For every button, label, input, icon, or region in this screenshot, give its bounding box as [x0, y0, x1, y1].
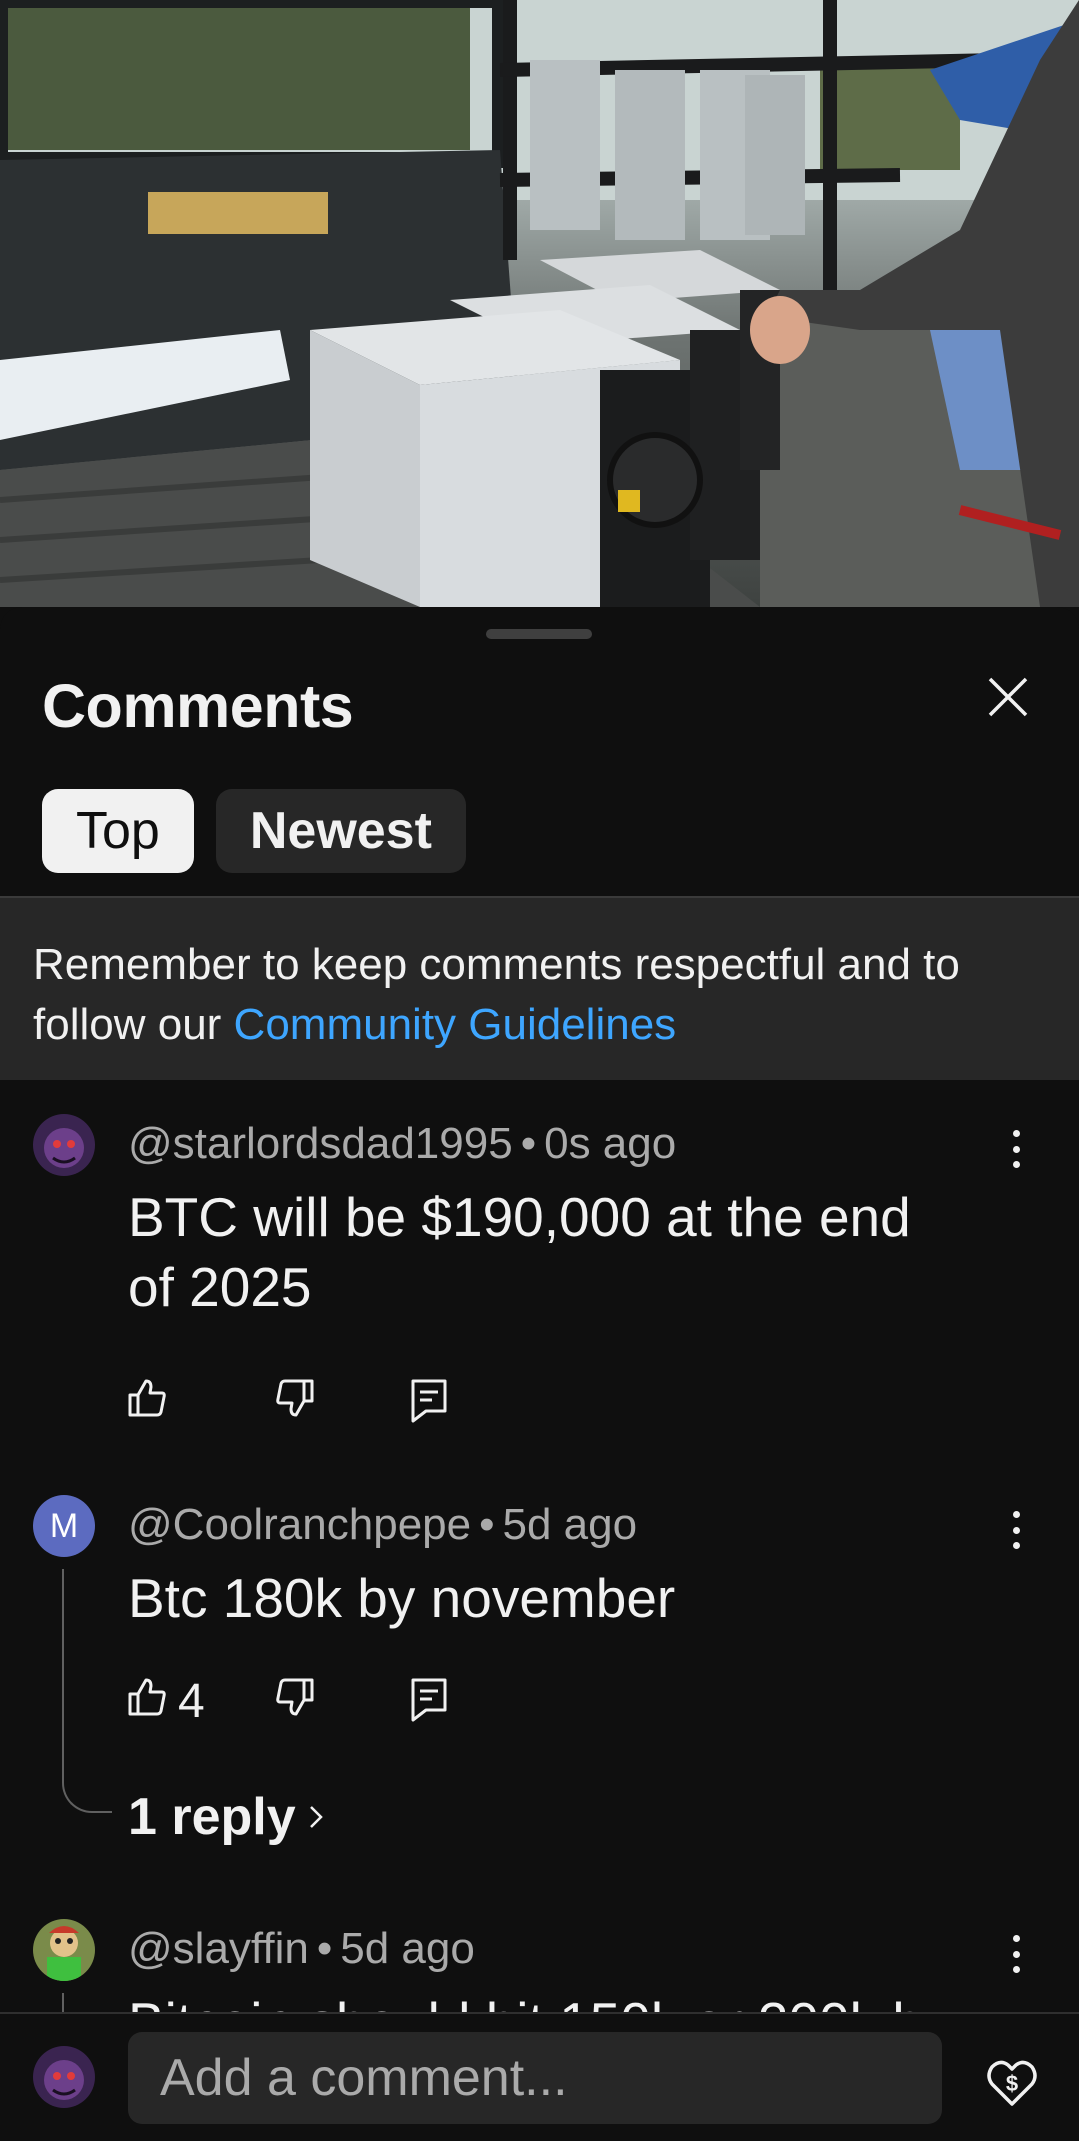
- comment-author[interactable]: @Coolranchpepe: [128, 1500, 471, 1549]
- avatar[interactable]: M: [33, 1495, 95, 1557]
- view-replies-button[interactable]: 1 reply: [128, 1787, 324, 1847]
- video-frame-image: [0, 0, 1079, 607]
- avatar[interactable]: [33, 1919, 95, 1981]
- comments-sheet: Comments Top Newest Remember to keep com…: [0, 607, 1079, 2141]
- avatar[interactable]: [33, 1114, 95, 1176]
- comment-author[interactable]: @slayffin: [128, 1924, 309, 1973]
- replies-label: 1 reply: [128, 1788, 296, 1846]
- comment-text: Bitcoin should hit 150k or 200k by: [128, 1987, 968, 2012]
- comment-meta: @slayffin • 5d ago: [128, 1924, 475, 1973]
- comment-composer: $: [0, 2012, 1079, 2141]
- reply-icon[interactable]: [408, 1676, 450, 1722]
- sort-chips: Top Newest: [42, 789, 466, 873]
- comment-text: Btc 180k by november: [128, 1567, 676, 1629]
- more-options-icon[interactable]: [1001, 1929, 1031, 1979]
- chip-newest[interactable]: Newest: [215, 789, 466, 873]
- comment-meta: @Coolranchpepe • 5d ago: [128, 1500, 638, 1549]
- drag-handle[interactable]: [486, 629, 592, 639]
- close-icon[interactable]: [982, 671, 1034, 723]
- thread-line: [62, 1993, 64, 2012]
- dislike-icon[interactable]: [274, 1676, 316, 1722]
- dislike-icon[interactable]: [274, 1377, 316, 1423]
- comment-age: 5d ago: [502, 1500, 638, 1549]
- comment-item: @slayffin•5d ago Bitcoin should hit 150k…: [0, 1915, 1079, 2012]
- comment-text: BTC will be $190,000 at the end of 2025: [128, 1186, 911, 1318]
- svg-text:$: $: [1006, 2071, 1018, 2096]
- comment-age: 5d ago: [340, 1924, 475, 1973]
- video-player[interactable]: [0, 0, 1079, 607]
- reply-icon[interactable]: [408, 1377, 450, 1423]
- sheet-title: Comments: [42, 672, 354, 740]
- like-count: 4: [178, 1675, 205, 1728]
- comment-meta: @starlordsdad1995 • 0s ago: [128, 1119, 677, 1168]
- chevron-right-icon: [309, 1806, 323, 1828]
- chip-top[interactable]: Top: [42, 789, 194, 873]
- like-icon[interactable]: 4: [126, 1675, 246, 1728]
- super-thanks-icon[interactable]: $: [984, 2054, 1040, 2110]
- comment-author[interactable]: @starlordsdad1995: [128, 1119, 513, 1168]
- avatar: [33, 2046, 95, 2108]
- like-icon[interactable]: [126, 1377, 168, 1423]
- more-options-icon[interactable]: [1001, 1124, 1031, 1174]
- community-guidelines-link[interactable]: Community Guidelines: [234, 1000, 677, 1049]
- add-comment-input[interactable]: [128, 2032, 942, 2124]
- more-options-icon[interactable]: [1001, 1505, 1031, 1555]
- comment-age: 0s ago: [544, 1119, 677, 1168]
- thread-line: [62, 1569, 64, 1773]
- community-notice: Remember to keep comments respectful and…: [0, 896, 1079, 1080]
